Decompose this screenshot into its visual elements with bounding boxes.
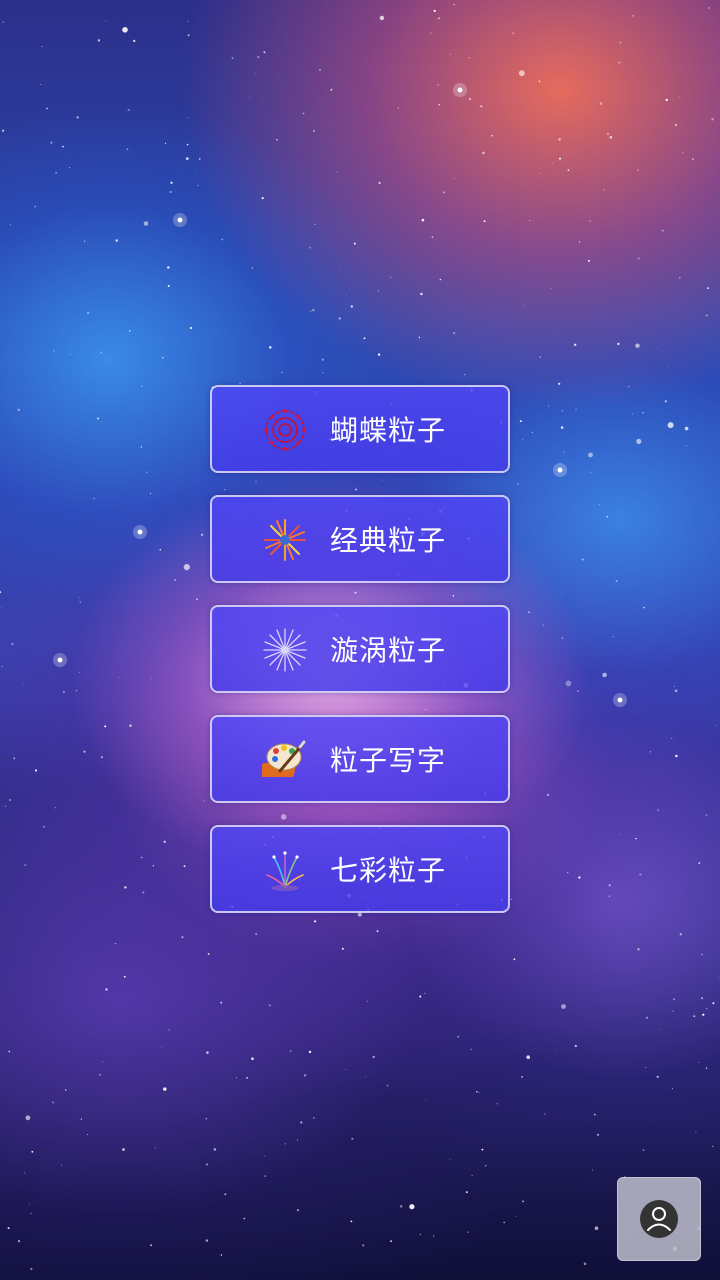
- butterfly-particle-button[interactable]: 蝴蝶粒子: [210, 385, 510, 473]
- orange-firework-icon: [264, 519, 306, 561]
- swirl-particle-button[interactable]: 漩涡粒子: [210, 605, 510, 693]
- colorful-firework-icon: [266, 851, 304, 891]
- menu-item-label: 七彩粒子: [330, 854, 447, 887]
- particle-writing-button[interactable]: 粒子写字: [210, 715, 510, 803]
- user-avatar-icon: [640, 1200, 678, 1238]
- paint-palette-icon: [262, 740, 306, 777]
- menu-item-label: 粒子写字: [330, 744, 447, 777]
- menu-item-label: 经典粒子: [330, 524, 447, 557]
- colorful-particle-button[interactable]: 七彩粒子: [210, 825, 510, 913]
- menu-item-label: 漩涡粒子: [330, 634, 447, 667]
- user-profile-button[interactable]: [617, 1177, 701, 1261]
- red-firework-icon: [264, 409, 306, 451]
- particle-menu: 蝴蝶粒子 经典粒子 漩涡粒子 粒子写字 七彩粒子: [210, 385, 510, 935]
- white-swirl-icon: [263, 628, 307, 672]
- menu-item-label: 蝴蝶粒子: [330, 414, 447, 447]
- classic-particle-button[interactable]: 经典粒子: [210, 495, 510, 583]
